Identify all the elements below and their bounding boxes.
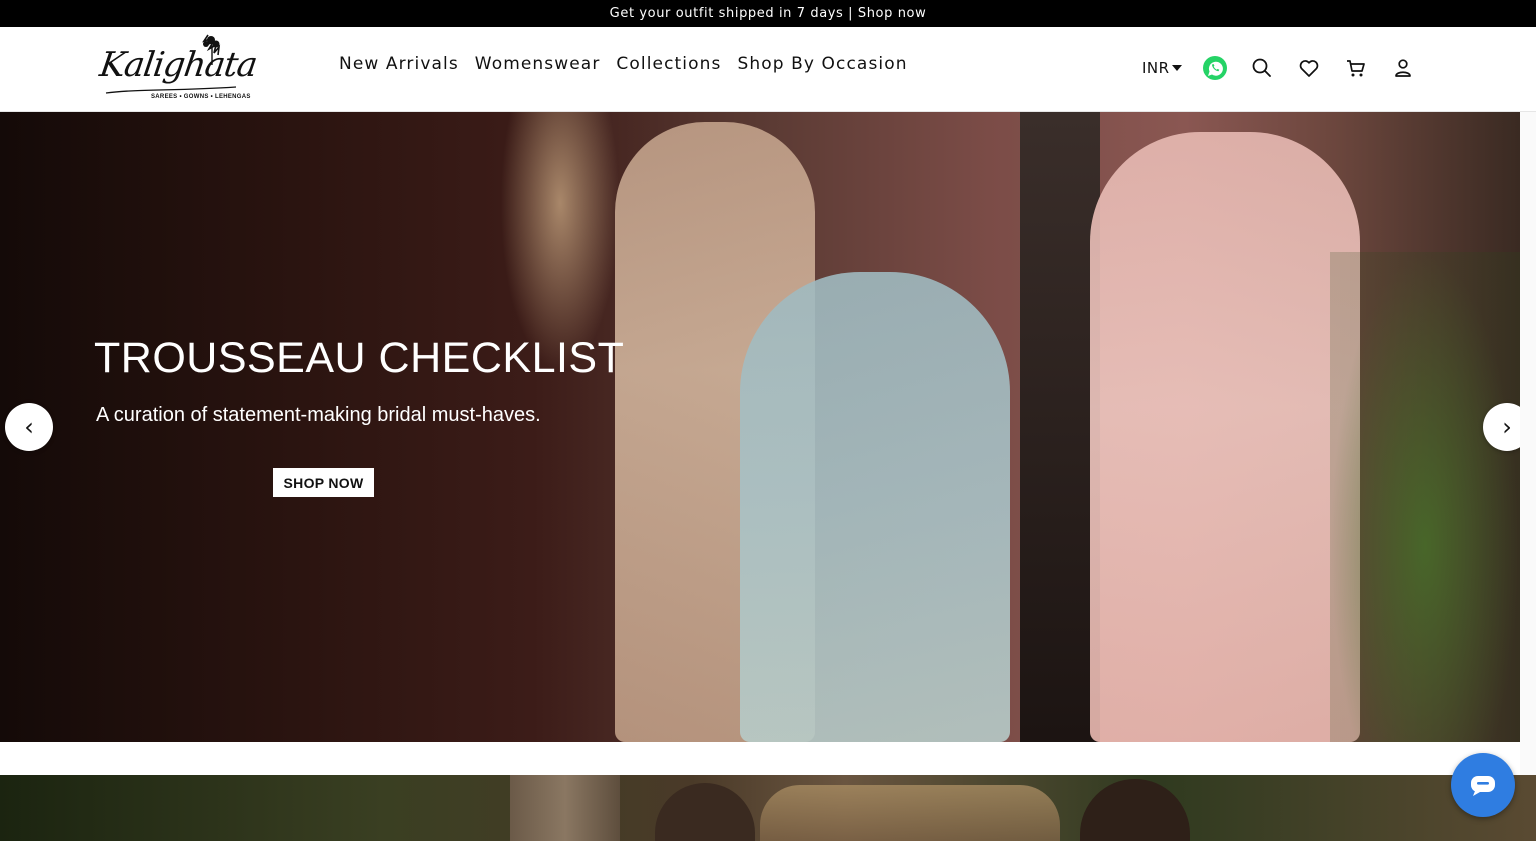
chat-bubble-icon — [1471, 776, 1495, 796]
heart-icon[interactable] — [1296, 55, 1322, 81]
hero-window — [1020, 112, 1100, 742]
hero-title: TROUSSEAU CHECKLIST — [94, 334, 625, 382]
banner2-chair — [760, 785, 1060, 841]
banner2-figure-left — [655, 783, 755, 841]
currency-selector[interactable]: INR — [1142, 59, 1182, 77]
hero-figure-right — [1090, 132, 1360, 742]
hero-banner[interactable]: TROUSSEAU CHECKLIST A curation of statem… — [0, 112, 1520, 742]
nav-womenswear[interactable]: Womenswear — [475, 54, 601, 74]
chat-launcher-button[interactable] — [1451, 753, 1515, 817]
shop-now-button[interactable]: SHOP NOW — [273, 468, 374, 497]
banner2-figure-right — [1080, 779, 1190, 841]
hero-subtitle: A curation of statement-making bridal mu… — [96, 404, 541, 426]
logo-tagline: SAREES • GOWNS • LEHENGAS — [151, 94, 251, 100]
cart-icon[interactable] — [1343, 55, 1369, 81]
logo-wordmark: Kalighata — [97, 45, 260, 85]
secondary-banner[interactable] — [0, 775, 1536, 841]
banner2-tree — [510, 775, 620, 841]
currency-label: INR — [1142, 59, 1170, 77]
brand-logo[interactable]: Kalighata SAREES • GOWNS • LEHENGAS — [96, 31, 259, 107]
main-nav: New Arrivals Womenswear Collections Shop… — [339, 54, 924, 74]
scrollbar[interactable] — [1520, 112, 1536, 841]
announcement-text[interactable]: Get your outfit shipped in 7 days | Shop… — [610, 6, 927, 21]
header-tools: INR — [1142, 53, 1416, 83]
chevron-left-icon[interactable]: ‹ — [5, 403, 53, 451]
hero-lamp-glow — [500, 112, 620, 372]
nav-shop-by-occasion[interactable]: Shop By Occasion — [737, 54, 907, 74]
hero-figure-center — [740, 272, 1010, 742]
user-icon[interactable] — [1390, 55, 1416, 81]
nav-collections[interactable]: Collections — [616, 54, 721, 74]
caret-down-icon — [1171, 65, 1182, 71]
site-header: Kalighata SAREES • GOWNS • LEHENGAS New … — [0, 27, 1536, 112]
search-icon[interactable] — [1249, 55, 1275, 81]
nav-new-arrivals[interactable]: New Arrivals — [339, 54, 459, 74]
announcement-bar[interactable]: Get your outfit shipped in 7 days | Shop… — [0, 0, 1536, 27]
hero-plant — [1330, 252, 1520, 742]
whatsapp-icon[interactable] — [1202, 55, 1228, 81]
